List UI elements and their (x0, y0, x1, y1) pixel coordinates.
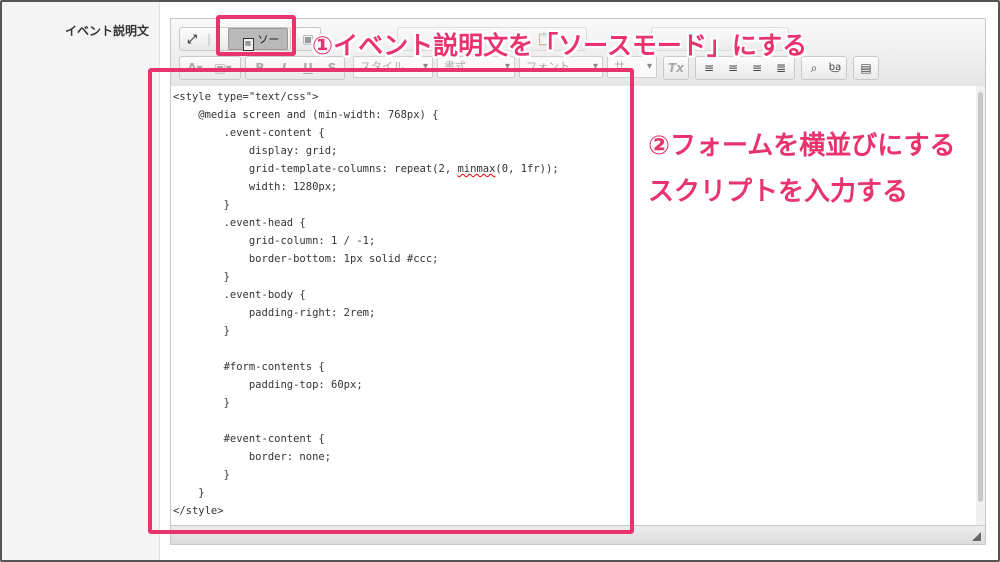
source-button-highlight (216, 15, 296, 56)
maximize-icon[interactable]: ⤢ (184, 29, 200, 49)
annotation-step1: ①イベント説明文を「ソースモード」にする (312, 31, 808, 60)
editor-scrollbar[interactable] (976, 86, 985, 528)
show-blocks-icon[interactable]: ▤ (858, 58, 874, 78)
toolbar-group-find: ⌕ b͜a (801, 56, 847, 80)
scrollbar-thumb[interactable] (978, 92, 983, 502)
replace-icon[interactable]: b͜a (826, 58, 844, 78)
annotation-step2-line1: ②フォームを横並びにする (648, 131, 956, 161)
annotation-step2-line2: スクリプトを入力する (648, 177, 909, 207)
separator-icon: | (206, 32, 212, 46)
field-label: イベント説明文 (64, 24, 149, 38)
toolbar-group-blocks: ▤ (853, 56, 879, 80)
resize-handle-icon[interactable] (972, 532, 981, 541)
code-area-highlight (148, 68, 634, 534)
label-column: イベント説明文 (2, 2, 160, 560)
find-icon[interactable]: ⌕ (806, 58, 822, 78)
